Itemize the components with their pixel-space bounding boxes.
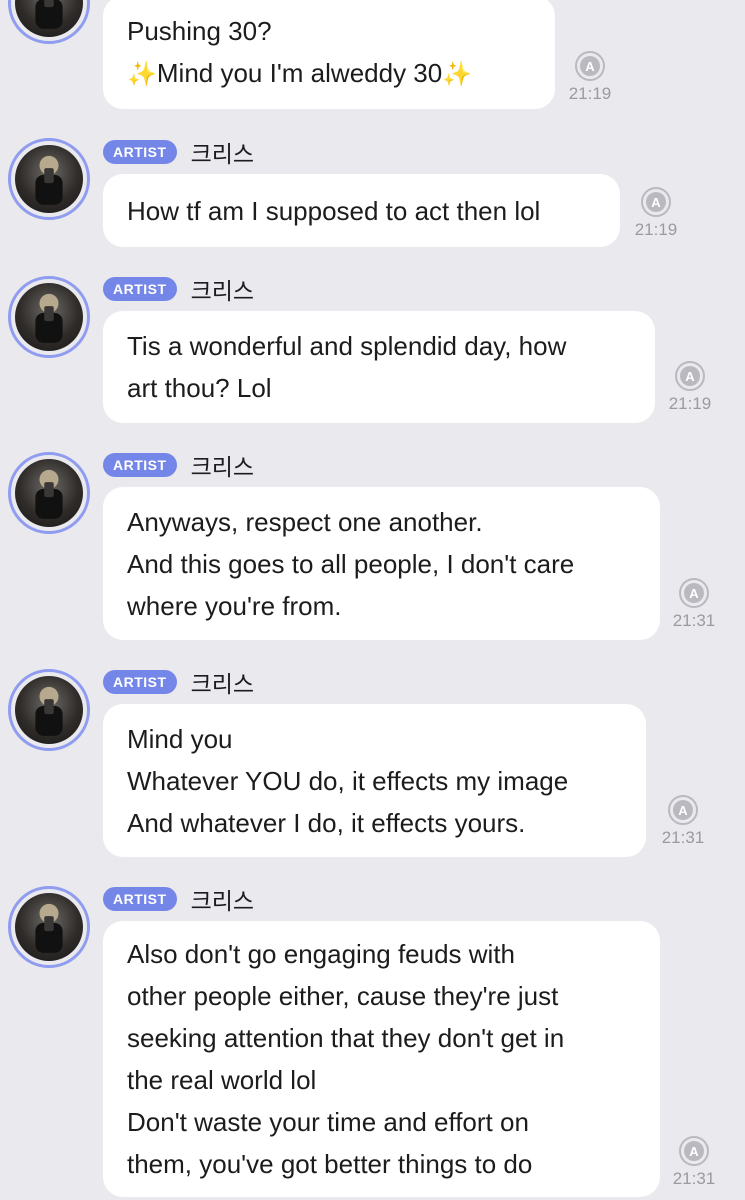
sender-row: ARTIST 크리스 [103,669,254,697]
svg-text:A: A [685,369,695,384]
translate-icon[interactable]: A [667,794,699,826]
svg-text:A: A [678,803,688,818]
artist-badge: ARTIST [103,670,177,694]
profile-photo [35,155,63,205]
timestamp: 21:31 [672,1169,716,1188]
sparkles-icon: ✨ [442,60,473,88]
avatar[interactable] [8,669,90,751]
message-text: Mind you I'm alweddy 30 [156,57,443,88]
avatar[interactable] [8,452,90,534]
message-bubble[interactable]: How tf am I supposed to act then lol [103,174,620,247]
avatar[interactable] [8,276,90,358]
message-text: Anyways, respect one another. [127,506,483,537]
svg-text:A: A [585,59,595,74]
artist-badge: ARTIST [103,277,177,301]
message-text: Also don't go engaging feuds with [127,939,516,969]
message-text: Mind you [127,723,233,754]
translate-icon[interactable]: A [640,186,672,218]
svg-text:A: A [651,195,661,210]
profile-photo [35,686,63,736]
message-bubble[interactable]: Anyways, respect one another. And this g… [103,487,660,640]
avatar[interactable] [8,886,90,968]
message-text: Whatever YOU do, it effects my image [127,765,569,796]
timestamp: 21:31 [661,828,705,847]
sender-name[interactable]: 크리스 [191,882,254,916]
translate-icon[interactable]: A [678,1135,710,1167]
translate-icon[interactable]: A [678,577,710,609]
message-bubble[interactable]: Also don't go engaging feuds with other … [103,921,660,1197]
message-text: Don't waste your time and effort on [127,1107,529,1137]
message-meta: A 21:19 [662,360,718,414]
avatar[interactable] [8,138,90,220]
message-meta: A 21:31 [666,577,722,631]
sender-row: ARTIST 크리스 [103,139,254,167]
sender-row: ARTIST 크리스 [103,276,254,304]
timestamp: 21:19 [668,394,712,413]
message-text: the real world lol [127,1065,317,1095]
message-text: where you're from. [127,590,342,621]
artist-badge: ARTIST [103,887,177,911]
timestamp: 21:19 [568,84,612,103]
translate-icon[interactable]: A [574,50,606,82]
artist-badge: ARTIST [103,140,177,164]
artist-badge: ARTIST [103,453,177,477]
message-meta: A 21:31 [666,1135,722,1189]
svg-text:A: A [689,586,699,601]
timestamp: 21:19 [634,220,678,239]
sender-name[interactable]: 크리스 [191,272,254,306]
message-meta: A 21:19 [562,50,618,104]
message-text: And this goes to all people, I don't car… [127,548,575,579]
profile-photo [35,0,63,29]
avatar[interactable] [8,0,90,44]
message-bubble[interactable]: Pushing 30? ✨Mind you I'm alweddy 30✨ [103,0,555,109]
message-text: How tf am I supposed to act then lol [127,195,541,226]
profile-photo [35,469,63,519]
sparkles-icon: ✨ [127,60,157,88]
message-meta: A 21:31 [655,794,711,848]
message-text: Tis a wonderful and splendid day, how [127,331,567,361]
sender-name[interactable]: 크리스 [191,665,254,699]
sender-name[interactable]: 크리스 [191,448,254,482]
message-text: art thou? Lol [127,373,272,403]
message-bubble[interactable]: Mind you Whatever YOU do, it effects my … [103,704,646,857]
message-meta: A 21:19 [628,186,684,240]
translate-icon[interactable]: A [674,360,706,392]
timestamp: 21:31 [672,611,716,630]
profile-photo [35,903,63,953]
sender-name[interactable]: 크리스 [191,135,254,169]
svg-text:A: A [689,1144,699,1159]
message-text: Pushing 30? [127,15,272,46]
sender-row: ARTIST 크리스 [103,452,254,480]
message-text: other people either, cause they're just [127,981,559,1011]
profile-photo [35,293,63,343]
sender-row: ARTIST 크리스 [103,886,254,914]
message-text: seeking attention that they don't get in [127,1023,565,1053]
message-text-line: ✨Mind you I'm alweddy 30✨ [127,52,531,96]
message-text: them, you've got better things to do [127,1149,533,1179]
message-bubble[interactable]: Tis a wonderful and splendid day, how ar… [103,311,655,423]
message-text: And whatever I do, it effects yours. [127,807,526,838]
